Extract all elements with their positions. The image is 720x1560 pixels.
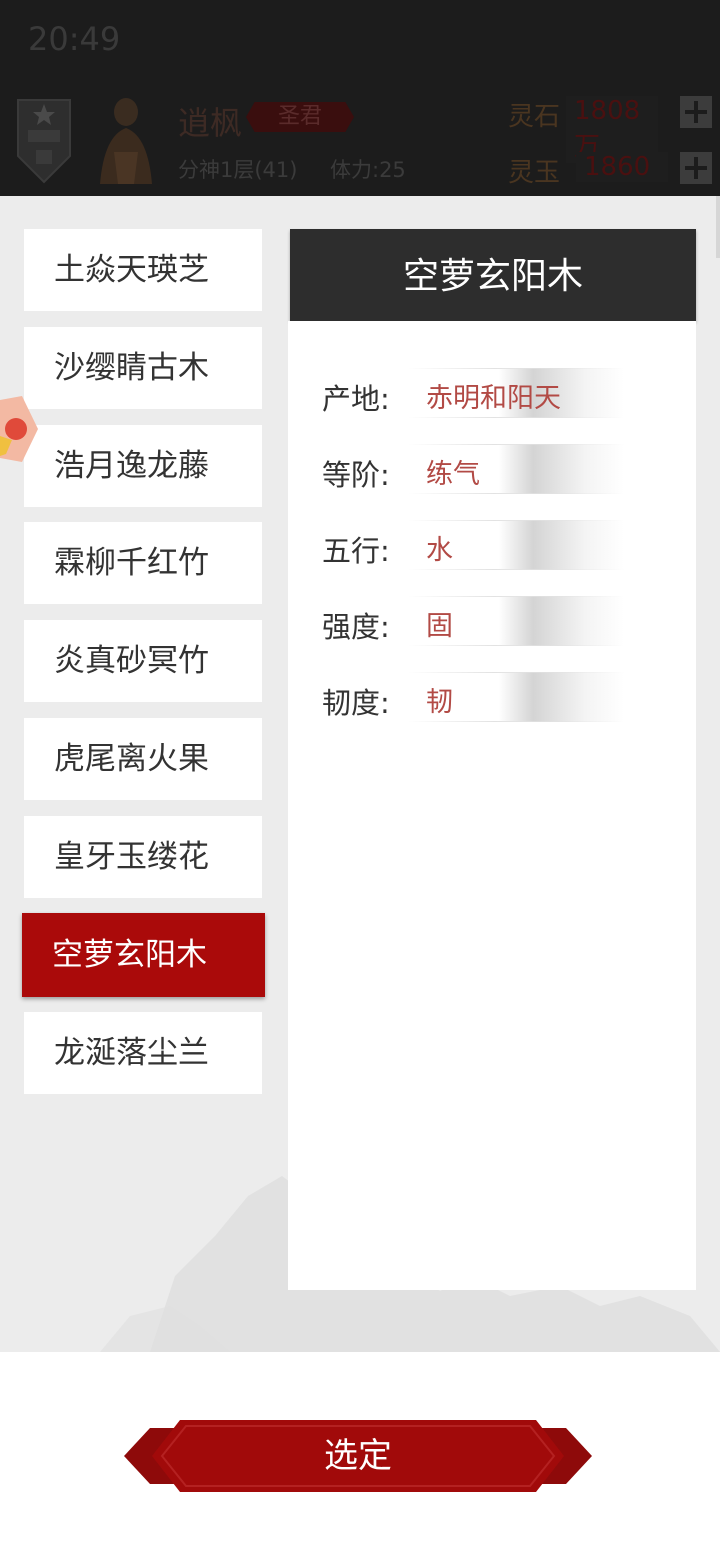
attr-strength-value: 固: [426, 611, 453, 642]
add-spirit-stone-button[interactable]: [680, 96, 712, 128]
material-item-5[interactable]: 炎真砂冥竹: [24, 620, 262, 702]
player-stamina: 体力:25: [330, 158, 406, 182]
spirit-jade-label: 灵玉: [508, 158, 561, 188]
material-item-3[interactable]: 浩月逸龙藤: [24, 425, 262, 507]
spirit-jade-value: 1860: [576, 152, 668, 182]
player-title-badge: 圣君: [246, 102, 354, 132]
detail-title: 空萝玄阳木: [402, 256, 583, 297]
add-spirit-jade-button[interactable]: [680, 152, 712, 184]
attr-origin-value: 赤明和阳天: [426, 383, 561, 414]
floating-assist-icon[interactable]: [0, 396, 38, 462]
rank-badge-icon[interactable]: [14, 94, 74, 184]
confirm-button-label: 选定: [324, 1436, 392, 1476]
status-time: 20:49: [28, 20, 121, 58]
material-item-6[interactable]: 虎尾离火果: [24, 718, 262, 800]
attr-grade-label: 等阶:: [322, 458, 390, 492]
attr-grade-value: 练气: [426, 459, 480, 490]
attr-element-value: 水: [426, 535, 453, 566]
player-title: 圣君: [277, 104, 322, 129]
detail-header: 空萝玄阳木: [290, 229, 696, 321]
material-item-label: 霖柳千红竹: [54, 545, 209, 581]
attr-element-label: 五行:: [322, 534, 390, 568]
material-item-label: 土焱天瑛芝: [54, 252, 209, 288]
player-level: 分神1层(41): [178, 158, 298, 182]
confirm-select-button[interactable]: 选定: [122, 1416, 594, 1496]
material-item-9[interactable]: 龙涎落尘兰: [24, 1012, 262, 1094]
material-item-label: 炎真砂冥竹: [54, 643, 209, 679]
player-status-bar: 20:49 逍枫 圣君 分神1层(41) 体力:25 灵石 1808万 灵玉 1…: [0, 0, 720, 196]
material-item-label: 虎尾离火果: [54, 741, 209, 777]
player-name: 逍枫: [178, 104, 243, 142]
material-item-label: 沙缨睛古木: [54, 350, 209, 386]
material-item-8-selected[interactable]: 空萝玄阳木: [22, 913, 265, 997]
material-item-1[interactable]: 土焱天瑛芝: [24, 229, 262, 311]
material-item-label: 龙涎落尘兰: [54, 1035, 209, 1071]
material-item-2[interactable]: 沙缨睛古木: [24, 327, 262, 409]
attr-toughness-label: 韧度:: [322, 686, 390, 720]
attr-strength-label: 强度:: [322, 610, 390, 644]
material-item-label: 浩月逸龙藤: [54, 448, 209, 484]
material-item-4[interactable]: 霖柳千红竹: [24, 522, 262, 604]
attr-origin-label: 产地:: [322, 382, 390, 416]
player-avatar[interactable]: [86, 92, 166, 184]
material-item-label: 皇牙玉缕花: [54, 839, 209, 875]
material-item-7[interactable]: 皇牙玉缕花: [24, 816, 262, 898]
attr-toughness-value: 韧: [426, 687, 453, 718]
scroll-edge: [716, 196, 720, 258]
material-item-label: 空萝玄阳木: [52, 937, 207, 973]
spirit-stone-label: 灵石: [508, 102, 561, 132]
